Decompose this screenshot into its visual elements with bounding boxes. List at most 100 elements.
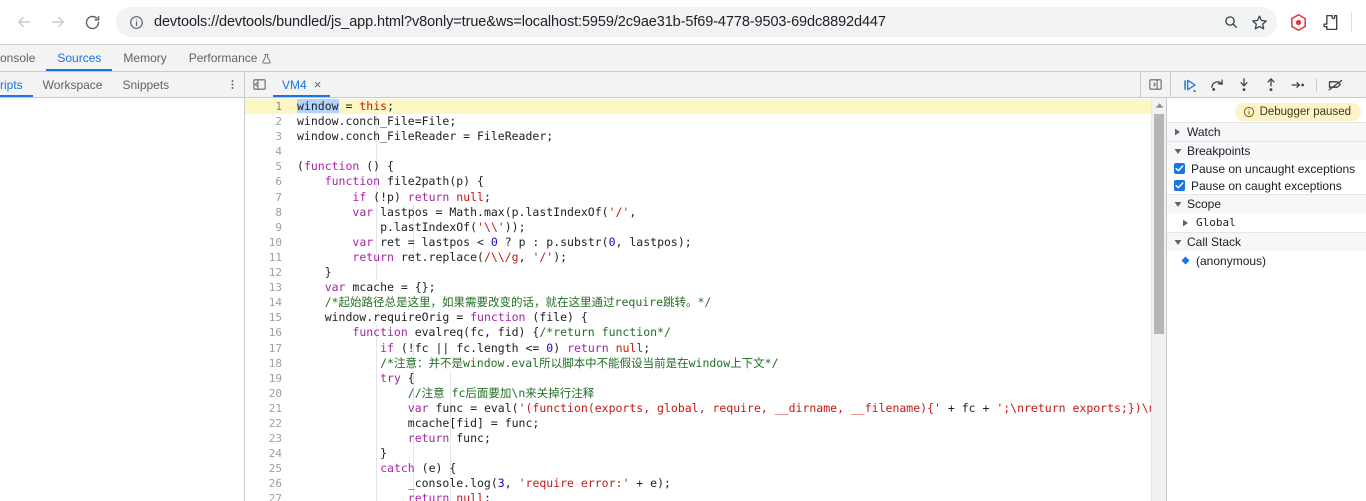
line-content[interactable]: return null; (291, 491, 1151, 501)
line-number[interactable]: 3 (245, 129, 291, 144)
code-line[interactable]: 3window.conch_FileReader = FileReader; (245, 129, 1151, 144)
bookmark-button[interactable] (1245, 8, 1273, 36)
line-number[interactable]: 13 (245, 280, 291, 295)
step-out-button[interactable] (1258, 74, 1283, 96)
site-info-button[interactable] (126, 12, 146, 32)
line-number[interactable]: 5 (245, 159, 291, 174)
scroll-up-button[interactable] (1152, 98, 1166, 112)
line-content[interactable]: mcache[fid] = func; (291, 416, 1151, 431)
line-content[interactable]: catch (e) { (291, 461, 1151, 476)
code-line[interactable]: 22 mcache[fid] = func; (245, 416, 1151, 431)
resume-button[interactable] (1177, 74, 1202, 96)
line-number[interactable]: 17 (245, 341, 291, 356)
code-line[interactable]: 13 var mcache = {}; (245, 280, 1151, 295)
step-over-button[interactable] (1204, 74, 1229, 96)
line-number[interactable]: 18 (245, 356, 291, 371)
line-content[interactable]: function evalreq(fc, fid) {/*return func… (291, 325, 1151, 340)
scope-item-global[interactable]: Global (1167, 213, 1366, 232)
code-line[interactable]: 10 var ret = lastpos < 0 ? p : p.substr(… (245, 235, 1151, 250)
search-in-page-button[interactable] (1217, 8, 1245, 36)
line-content[interactable]: return func; (291, 431, 1151, 446)
tab-memory[interactable]: Memory (112, 45, 177, 71)
line-number[interactable]: 25 (245, 461, 291, 476)
line-content[interactable]: var lastpos = Math.max(p.lastIndexOf('/'… (291, 205, 1151, 220)
code-line[interactable]: 21 var func = eval('(function(exports, g… (245, 401, 1151, 416)
red-extension-button[interactable] (1283, 7, 1313, 37)
subtab-page-scripts[interactable]: ripts (0, 72, 33, 97)
line-content[interactable]: window.conch_FileReader = FileReader; (291, 129, 1151, 144)
line-number[interactable]: 6 (245, 174, 291, 189)
line-number[interactable]: 8 (245, 205, 291, 220)
pause-on-uncaught-exceptions-row[interactable]: Pause on uncaught exceptions (1167, 160, 1366, 177)
line-number[interactable]: 12 (245, 265, 291, 280)
code-line[interactable]: 11 return ret.replace(/\\/g, '/'); (245, 250, 1151, 265)
line-content[interactable]: //注意 fc后面要加\n来关掉行注释 (291, 386, 1151, 401)
editor-vertical-scrollbar[interactable] (1151, 98, 1166, 501)
line-number[interactable]: 9 (245, 220, 291, 235)
code-line[interactable]: 1window = this; (245, 99, 1151, 114)
code-line[interactable]: 20 //注意 fc后面要加\n来关掉行注释 (245, 386, 1151, 401)
code-line[interactable]: 6 function file2path(p) { (245, 174, 1151, 189)
line-content[interactable]: window.conch_File=File; (291, 114, 1151, 129)
deactivate-breakpoints-button[interactable] (1323, 74, 1348, 96)
sidebar-section-scope[interactable]: Scope (1167, 194, 1366, 213)
line-content[interactable]: var func = eval('(function(exports, glob… (291, 401, 1151, 416)
line-number[interactable]: 14 (245, 295, 291, 310)
line-number[interactable]: 11 (245, 250, 291, 265)
code-line[interactable]: 14 /*起始路径总是这里，如果需要改变的话，就在这里通过require跳转。*… (245, 295, 1151, 310)
line-content[interactable]: window.requireOrig = function (file) { (291, 310, 1151, 325)
code-editor[interactable]: 1window = this;2window.conch_File=File;3… (245, 98, 1151, 501)
pause-on-uncaught-exceptions-checkbox[interactable] (1174, 163, 1185, 174)
line-content[interactable]: var ret = lastpos < 0 ? p : p.substr(0, … (291, 235, 1151, 250)
tab-console[interactable]: onsole (0, 45, 46, 71)
code-line[interactable]: 4 (245, 144, 1151, 159)
line-content[interactable]: if (!p) return null; (291, 190, 1151, 205)
code-line[interactable]: 17 if (!fc || fc.length <= 0) return nul… (245, 341, 1151, 356)
tab-performance[interactable]: Performance (178, 45, 284, 71)
line-number[interactable]: 24 (245, 446, 291, 461)
reload-button[interactable] (76, 6, 108, 38)
line-number[interactable]: 10 (245, 235, 291, 250)
pause-on-caught-exceptions-checkbox[interactable] (1174, 180, 1185, 191)
code-line[interactable]: 12 } (245, 265, 1151, 280)
debugger-toggle-button[interactable] (1140, 72, 1170, 97)
line-content[interactable]: } (291, 265, 1151, 280)
code-line[interactable]: 15 window.requireOrig = function (file) … (245, 310, 1151, 325)
pause-on-caught-exceptions-row[interactable]: Pause on caught exceptions (1167, 177, 1366, 194)
line-content[interactable]: p.lastIndexOf('\\')); (291, 220, 1151, 235)
scrollbar-thumb[interactable] (1154, 114, 1164, 334)
line-number[interactable]: 23 (245, 431, 291, 446)
step-into-button[interactable] (1231, 74, 1256, 96)
code-line[interactable]: 26 _console.log(3, 'require error:' + e)… (245, 476, 1151, 491)
line-content[interactable]: function file2path(p) { (291, 174, 1151, 189)
sidebar-section-watch[interactable]: Watch (1167, 122, 1366, 141)
line-number[interactable]: 21 (245, 401, 291, 416)
navigator-toggle-button[interactable] (245, 72, 273, 97)
more-options-button[interactable] (220, 72, 244, 97)
line-number[interactable]: 22 (245, 416, 291, 431)
line-number[interactable]: 16 (245, 325, 291, 340)
navigator-pane[interactable] (0, 98, 245, 501)
line-number[interactable]: 7 (245, 190, 291, 205)
code-line[interactable]: 7 if (!p) return null; (245, 190, 1151, 205)
subtab-snippets[interactable]: Snippets (112, 72, 179, 97)
extensions-button[interactable] (1315, 7, 1345, 37)
code-line[interactable]: 24 } (245, 446, 1151, 461)
code-line[interactable]: 18 /*注意：并不是window.eval所以脚本中不能假设当前是在windo… (245, 356, 1151, 371)
tab-sources[interactable]: Sources (46, 45, 112, 71)
line-content[interactable]: window = this; (291, 99, 1151, 114)
code-line[interactable]: 25 catch (e) { (245, 461, 1151, 476)
line-content[interactable]: if (!fc || fc.length <= 0) return null; (291, 341, 1151, 356)
url-text[interactable]: devtools://devtools/bundled/js_app.html?… (154, 14, 1217, 30)
line-content[interactable]: /*注意：并不是window.eval所以脚本中不能假设当前是在window上下… (291, 356, 1151, 371)
line-content[interactable]: try { (291, 371, 1151, 386)
code-line[interactable]: 9 p.lastIndexOf('\\')); (245, 220, 1151, 235)
line-content[interactable]: (function () { (291, 159, 1151, 174)
line-number[interactable]: 1 (245, 99, 291, 114)
back-button[interactable] (8, 6, 40, 38)
line-number[interactable]: 26 (245, 476, 291, 491)
line-content[interactable]: _console.log(3, 'require error:' + e); (291, 476, 1151, 491)
sidebar-section-breakpoints[interactable]: Breakpoints (1167, 141, 1366, 160)
forward-button[interactable] (42, 6, 74, 38)
file-tab-close-button[interactable]: × (314, 78, 322, 91)
